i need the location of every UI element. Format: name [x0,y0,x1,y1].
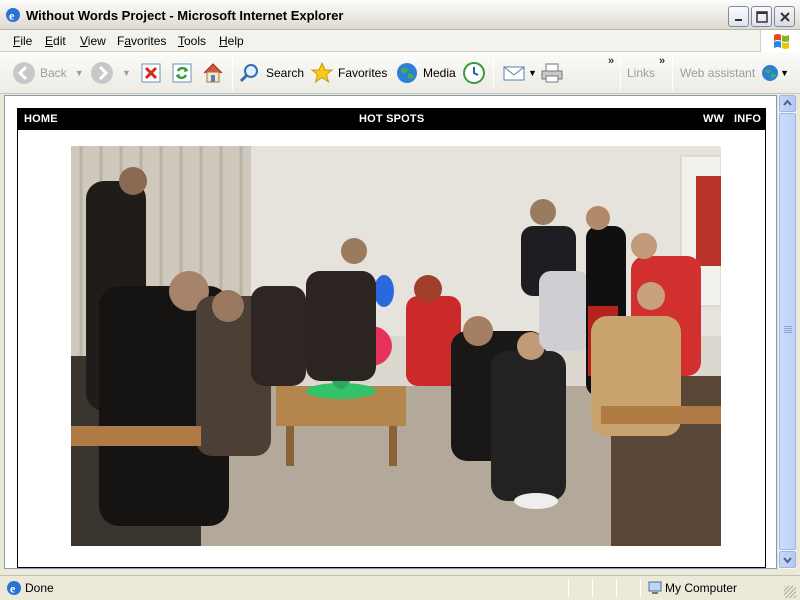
mail-icon [503,66,525,81]
links-chevron[interactable]: » [659,55,665,67]
toolbar-chevron[interactable]: » [608,55,614,67]
print-icon [541,63,563,83]
search-button[interactable]: Search [238,59,304,87]
group-photo[interactable] [71,146,721,546]
scroll-down-arrow-icon [783,557,792,564]
toolbar-separator [672,56,673,90]
scroll-up-button[interactable] [779,95,796,112]
toolbar-separator [493,56,494,90]
maximize-button[interactable] [751,6,772,27]
home-icon [203,63,223,83]
history-icon [463,62,485,84]
status-separator [616,579,617,597]
status-separator [592,579,593,597]
menu-tools[interactable]: Tools [178,34,206,48]
nav-info-link[interactable]: INFO [734,113,761,125]
mail-button[interactable]: ▼ [502,59,537,87]
svg-text:e: e [10,582,16,596]
home-button[interactable] [201,59,225,87]
favorites-button[interactable]: Favorites [310,59,387,87]
back-button[interactable]: Back ▼ [12,59,84,87]
close-button[interactable] [774,6,795,27]
stop-button[interactable] [140,59,162,87]
stop-icon [141,63,161,83]
media-button[interactable]: Media [395,59,456,87]
close-icon [780,12,790,22]
back-label: Back [40,66,67,80]
refresh-icon [172,63,192,83]
web-assistant-globe-icon [762,65,779,81]
status-separator [568,579,569,597]
search-magnifier-icon [239,64,258,83]
minimize-icon [735,19,742,21]
browser-content: HOME HOT SPOTS WW INFO [4,95,777,569]
favorites-label: Favorites [338,66,388,80]
web-assistant-button[interactable]: Web assistant ▼ [676,59,789,87]
web-assistant-dropdown-icon[interactable]: ▼ [780,68,789,78]
group-photo-image [71,146,721,546]
scroll-grip-icon [784,326,792,334]
site-navbar: HOME HOT SPOTS WW INFO [18,109,765,130]
forward-button[interactable]: ▼ [90,59,131,87]
resize-grip-icon[interactable] [784,586,796,598]
window-titlebar[interactable]: e Without Words Project - Microsoft Inte… [0,0,800,30]
toolbar-separator [232,56,233,90]
scroll-down-button[interactable] [779,551,796,568]
media-label: Media [423,66,456,80]
history-button[interactable] [462,59,486,87]
toolbar-separator [620,56,621,90]
ie-icon: e [6,8,20,23]
vertical-scrollbar[interactable] [777,95,796,569]
back-dropdown-icon[interactable]: ▼ [75,68,84,78]
links-button[interactable]: Links [623,59,655,87]
menu-edit[interactable]: Edit [45,34,66,48]
refresh-button[interactable] [171,59,193,87]
scroll-thumb[interactable] [779,113,796,550]
nav-hot-spots-link[interactable]: HOT SPOTS [359,113,424,125]
menu-favorites[interactable]: Favorites [117,34,166,48]
media-globe-icon [397,63,417,83]
status-separator [640,579,641,597]
site-frame: HOME HOT SPOTS WW INFO [17,108,766,568]
computer-zone-icon [648,581,662,594]
mail-dropdown-icon[interactable]: ▼ [528,68,537,78]
minimize-button[interactable] [728,6,749,27]
page-status-icon: e [7,581,21,596]
window-title: Without Words Project - Microsoft Intern… [26,8,344,23]
menu-bar: File Edit View Favorites Tools Help [0,30,800,52]
web-assistant-label: Web assistant [680,66,756,80]
maximize-icon [756,11,768,23]
scroll-up-arrow-icon [783,99,792,106]
security-zone-label: My Computer [665,581,738,595]
status-text: Done [25,581,54,595]
forward-arrow-icon [91,62,113,84]
nav-home-link[interactable]: HOME [24,113,58,125]
svg-text:e: e [9,9,15,23]
nav-ww-link[interactable]: WW [703,113,724,125]
status-bar: e Done My Computer [0,575,800,600]
forward-dropdown-icon[interactable]: ▼ [122,68,131,78]
menu-help[interactable]: Help [219,34,244,48]
back-arrow-icon [13,62,35,84]
links-label: Links [627,66,656,80]
standard-toolbar: Back ▼ ▼ Search Favorites Media ▼ » Link… [0,52,800,94]
menu-view[interactable]: View [80,34,106,48]
search-label: Search [266,66,305,80]
menu-file[interactable]: File [13,34,32,48]
windows-flag-throbber [760,30,800,52]
print-button[interactable] [540,59,564,87]
windows-flag-icon [774,34,789,49]
favorites-star-icon [310,61,334,84]
